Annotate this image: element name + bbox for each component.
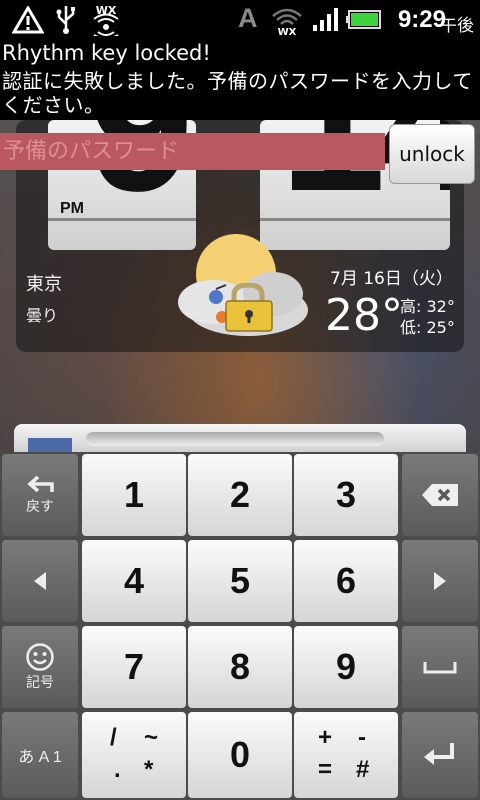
sym-star: * xyxy=(144,756,154,783)
keyboard-text-preview xyxy=(86,432,384,446)
back-key[interactable]: 戻す xyxy=(2,454,78,536)
back-key-label: 戻す xyxy=(26,498,54,514)
key-6[interactable]: 6 xyxy=(294,540,398,622)
input-mode-label: あ A 1 xyxy=(18,749,62,766)
backspace-icon xyxy=(422,484,458,506)
backspace-key[interactable] xyxy=(402,454,478,536)
symbols-key-slash[interactable]: / ~ . * xyxy=(82,712,186,798)
sym-slash: / xyxy=(110,724,117,751)
smiley-icon xyxy=(26,643,54,671)
key-8[interactable]: 8 xyxy=(188,626,292,708)
usb-icon xyxy=(56,6,75,34)
arrow-right-icon xyxy=(434,572,446,590)
key-9[interactable]: 9 xyxy=(294,626,398,708)
key-0[interactable]: 0 xyxy=(188,712,292,798)
symbol-key[interactable]: 記号 xyxy=(2,626,78,708)
status-bar: WX A WX 9:29 午後 xyxy=(0,0,480,38)
key-2[interactable]: 2 xyxy=(188,454,292,536)
symbol-key-label: 記号 xyxy=(26,674,54,690)
weather-condition: 曇り xyxy=(26,306,59,325)
sym-dot: . xyxy=(114,756,121,783)
key-4[interactable]: 4 xyxy=(82,540,186,622)
warning-icon xyxy=(12,6,44,34)
svg-text:WX: WX xyxy=(278,27,297,36)
sym-tilde: ~ xyxy=(144,724,159,751)
space-icon xyxy=(423,662,457,674)
status-time: 9:29 xyxy=(397,6,446,33)
space-key[interactable] xyxy=(402,626,478,708)
weather-high: 高: 32° xyxy=(400,297,455,316)
weather-city: 東京 xyxy=(26,274,62,295)
key-3[interactable]: 3 xyxy=(294,454,398,536)
notification-title: Rhythm key locked! xyxy=(2,41,211,65)
keyboard-top-bar xyxy=(14,424,466,454)
numeric-keyboard: 戻す 1 2 3 4 5 6 記号 7 8 9 あ A 1 / ~ . * 0 … xyxy=(0,452,480,800)
keyboard-a-icon: A xyxy=(238,3,258,33)
ampm-label: PM xyxy=(60,200,84,217)
wifi-broadcast-icon: WX xyxy=(93,4,119,36)
enter-key[interactable] xyxy=(402,712,478,798)
notification-banner: Rhythm key locked! 認証に失敗しました。予備のパスワードを入力… xyxy=(0,38,480,120)
key-1[interactable]: 1 xyxy=(82,454,186,536)
backup-password-input[interactable] xyxy=(0,133,385,170)
wifi-icon: WX xyxy=(272,8,302,36)
lock-icon xyxy=(209,283,273,332)
sym-hash: # xyxy=(356,756,370,783)
sym-minus: - xyxy=(358,724,366,751)
flip-split xyxy=(48,218,196,221)
unlock-button[interactable]: unlock xyxy=(389,124,475,184)
key-7[interactable]: 7 xyxy=(82,626,186,708)
sym-equal: = xyxy=(318,756,333,783)
cursor-right-key[interactable] xyxy=(402,540,478,622)
signal-icon xyxy=(313,8,338,31)
notification-message: 認証に失敗しました。予備のパスワードを入力してください。 xyxy=(2,69,473,117)
weather-hilo: 高: 32° 低: 25° xyxy=(400,296,455,338)
status-ampm: 午後 xyxy=(440,16,474,36)
input-mode-key[interactable]: あ A 1 xyxy=(2,712,78,798)
cursor-left-key[interactable] xyxy=(2,540,78,622)
battery-icon xyxy=(346,10,381,29)
flip-split xyxy=(260,218,450,221)
weather-temperature: 28° xyxy=(325,290,403,341)
sym-plus: + xyxy=(318,724,333,751)
symbols-key-plus[interactable]: + - = # xyxy=(294,712,398,798)
weather-low: 低: 25° xyxy=(400,318,455,337)
arrow-left-icon xyxy=(34,572,46,590)
undo-arrow-icon xyxy=(27,475,54,493)
key-5[interactable]: 5 xyxy=(188,540,292,622)
weather-date: 7月 16日（火） xyxy=(330,269,453,289)
enter-icon xyxy=(424,743,454,765)
